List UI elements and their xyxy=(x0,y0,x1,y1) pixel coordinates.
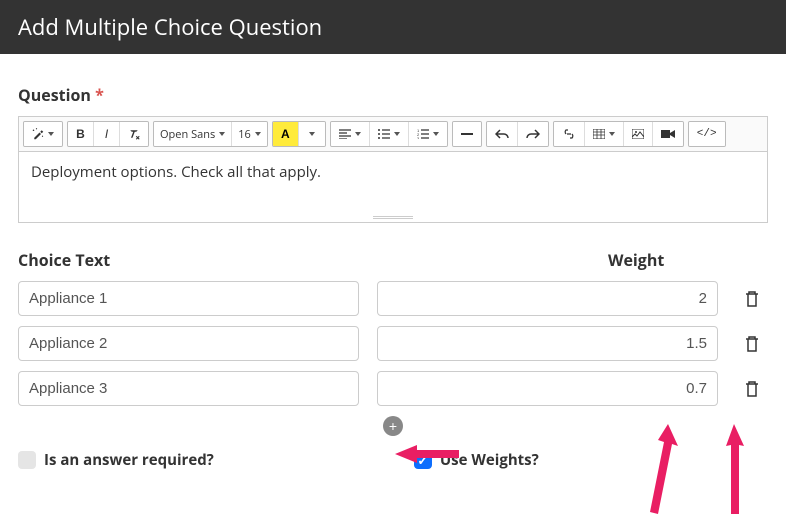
page-header: Add Multiple Choice Question xyxy=(0,0,786,54)
video-button[interactable] xyxy=(653,122,683,146)
table-button[interactable] xyxy=(585,122,624,146)
link-button[interactable] xyxy=(554,122,585,146)
italic-button[interactable]: I xyxy=(94,122,120,146)
page-title: Add Multiple Choice Question xyxy=(18,12,322,42)
delete-choice-button[interactable] xyxy=(736,328,768,360)
checkbox-unchecked-icon xyxy=(18,451,36,469)
use-weights-checkbox[interactable]: ✓ Use Weights? xyxy=(414,450,539,470)
form-content: Question * B I Open Sans 16 A xyxy=(0,54,786,488)
annotation-arrow-icon xyxy=(638,424,688,524)
redo-button[interactable] xyxy=(518,122,548,146)
choice-columns: Choice Text Weight xyxy=(18,249,768,281)
delete-choice-button[interactable] xyxy=(736,283,768,315)
choice-row xyxy=(18,371,768,406)
bold-button[interactable]: B xyxy=(68,122,94,146)
ordered-list-button[interactable]: 123 xyxy=(409,122,447,146)
weight-header: Weight xyxy=(608,249,718,271)
question-body-input[interactable]: Deployment options. Check all that apply… xyxy=(19,152,767,212)
paragraph-align-button[interactable] xyxy=(331,122,370,146)
unordered-list-button[interactable] xyxy=(370,122,409,146)
editor-toolbar: B I Open Sans 16 A 123 xyxy=(19,117,767,152)
required-checkbox[interactable]: Is an answer required? xyxy=(18,450,214,470)
choice-row xyxy=(18,281,768,316)
editor-resize-handle[interactable] xyxy=(19,212,767,222)
undo-button[interactable] xyxy=(487,122,518,146)
choice-weight-input[interactable] xyxy=(377,281,718,316)
svg-text:3: 3 xyxy=(417,136,420,139)
choice-text-input[interactable] xyxy=(18,371,359,406)
choice-text-header: Choice Text xyxy=(18,249,590,271)
rich-text-editor: B I Open Sans 16 A 123 xyxy=(18,116,768,223)
highlight-color-more-button[interactable] xyxy=(299,122,325,146)
choice-row xyxy=(18,326,768,361)
delete-choice-button[interactable] xyxy=(736,373,768,405)
required-asterisk: * xyxy=(95,84,104,106)
options-row: Is an answer required? ✓ Use Weights? xyxy=(18,450,768,470)
choice-weight-input[interactable] xyxy=(377,326,718,361)
choice-text-input[interactable] xyxy=(18,281,359,316)
code-view-button[interactable]: </> xyxy=(689,122,725,146)
annotation-arrow-icon xyxy=(722,424,750,524)
checkbox-checked-icon: ✓ xyxy=(414,451,432,469)
add-choice-button[interactable]: + xyxy=(383,416,403,436)
font-size-select[interactable]: 16 xyxy=(232,122,267,146)
choice-weight-input[interactable] xyxy=(377,371,718,406)
magic-tool-button[interactable] xyxy=(24,122,62,146)
question-label: Question * xyxy=(18,84,768,106)
choice-text-input[interactable] xyxy=(18,326,359,361)
clear-format-button[interactable] xyxy=(120,122,148,146)
horizontal-rule-button[interactable] xyxy=(453,122,481,146)
font-family-select[interactable]: Open Sans xyxy=(154,122,232,146)
image-button[interactable] xyxy=(624,122,653,146)
highlight-color-button[interactable]: A xyxy=(273,122,299,146)
